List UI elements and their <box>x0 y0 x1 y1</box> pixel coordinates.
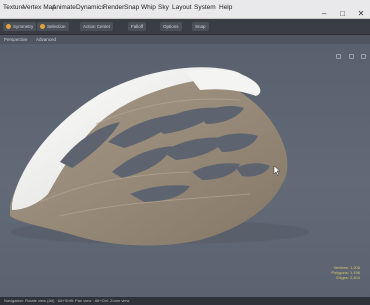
action-center-button[interactable]: Action Center <box>80 22 114 31</box>
minimize-icon[interactable]: – <box>319 9 329 19</box>
menu-texture[interactable]: Texture <box>3 4 24 11</box>
selection-icon <box>40 24 45 29</box>
helmet-model[interactable] <box>0 44 370 297</box>
menu-dynamics[interactable]: Dynamics <box>76 4 105 11</box>
menu-system[interactable]: System <box>194 4 216 11</box>
snap-button[interactable]: Snap <box>192 22 209 31</box>
shading-label[interactable]: Advanced <box>36 37 56 42</box>
menu-animate[interactable]: Animate <box>52 4 76 11</box>
3d-viewport[interactable]: Vertices: 1,208 Polygons: 1,196 Edges: 2… <box>0 44 370 297</box>
menu-bar: Texture Vertex Map Animate Dynamics Rend… <box>0 0 370 19</box>
scene-stats: Vertices: 1,208 Polygons: 1,196 Edges: 2… <box>331 265 360 280</box>
toolbar: Symmetry Selection Action Center Falloff… <box>0 19 370 35</box>
menu-snap[interactable]: Snap <box>124 4 139 11</box>
symmetry-icon <box>6 24 11 29</box>
view-label[interactable]: Perspective <box>4 37 28 42</box>
viewport-header: Perspective Advanced <box>0 35 370 44</box>
falloff-button[interactable]: Falloff <box>128 22 147 31</box>
status-bar: Navigation: Rotate view (Alt) · Alt+Shif… <box>0 297 370 305</box>
symmetry-button[interactable]: Symmetry <box>3 22 37 31</box>
status-text: Navigation: Rotate view (Alt) · Alt+Shif… <box>4 298 130 303</box>
menu-layout[interactable]: Layout <box>172 4 192 11</box>
selection-button[interactable]: Selection <box>37 22 69 31</box>
close-icon[interactable]: ✕ <box>356 9 366 19</box>
options-button[interactable]: Options <box>160 22 182 31</box>
stat-edges: Edges: 2,404 <box>336 275 360 280</box>
menu-vertex-map[interactable]: Vertex Map <box>23 4 56 11</box>
maximize-icon[interactable]: □ <box>338 9 348 19</box>
menu-sky[interactable]: Sky <box>158 4 169 11</box>
menu-render[interactable]: Render <box>103 4 124 11</box>
symmetry-label: Symmetry <box>13 24 34 29</box>
menu-whip[interactable]: Whip <box>141 4 156 11</box>
menu-help[interactable]: Help <box>219 4 232 11</box>
selection-label: Selection <box>47 24 66 29</box>
